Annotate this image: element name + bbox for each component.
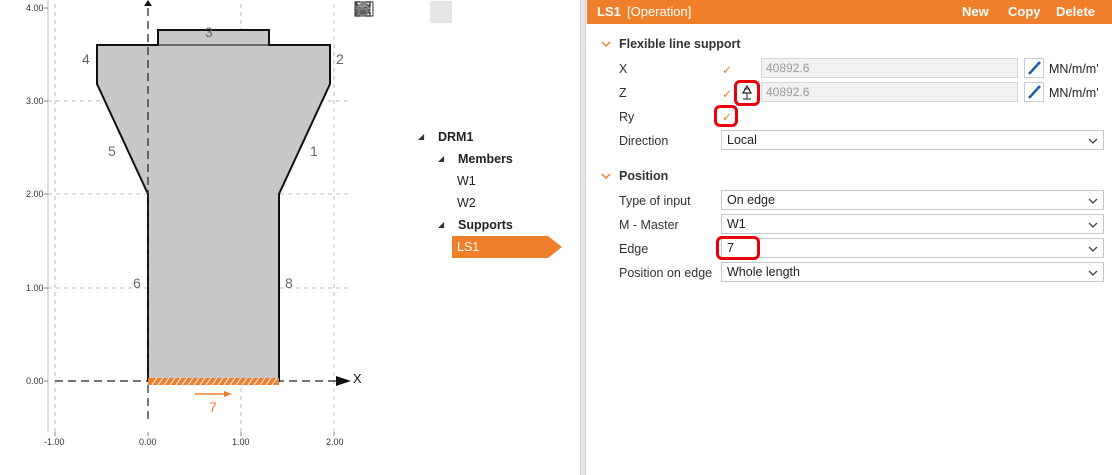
y-tick-label: 0.00 bbox=[26, 376, 44, 386]
2d-view-icon[interactable]: 2D bbox=[354, 1, 414, 23]
y-axis-arrow bbox=[144, 0, 152, 6]
chevron-down-icon bbox=[1088, 246, 1098, 252]
panel-subtitle: [Operation] bbox=[627, 4, 692, 19]
edge-label: Edge bbox=[619, 242, 649, 256]
y-tick-label: 4.00 bbox=[26, 3, 44, 13]
pencil-icon bbox=[1028, 85, 1041, 99]
x-axis-label: X bbox=[353, 371, 362, 386]
edge-label-4: 4 bbox=[82, 51, 90, 67]
direction-select[interactable]: Local bbox=[721, 130, 1104, 150]
delete-button[interactable]: Delete bbox=[1056, 4, 1095, 19]
home-icon[interactable] bbox=[355, 1, 524, 23]
edge-label-8: 8 bbox=[285, 275, 293, 291]
chevron-down-icon[interactable] bbox=[355, 1, 390, 23]
copy-button[interactable]: Copy bbox=[1008, 4, 1041, 19]
tree-node-label: Supports bbox=[458, 218, 513, 232]
cross-section-shape[interactable] bbox=[96, 29, 331, 382]
direction-label: Direction bbox=[619, 134, 669, 148]
y-tick-label: 1.00 bbox=[26, 283, 44, 293]
z-edit-button[interactable] bbox=[1024, 82, 1044, 102]
chevron-down-icon bbox=[1088, 270, 1098, 276]
edge-value: 7 bbox=[727, 241, 734, 255]
z-label: Z bbox=[619, 86, 627, 100]
section-title-text: Position bbox=[619, 169, 669, 183]
tree-item-label: LS1 bbox=[457, 240, 480, 254]
edge-label-5: 5 bbox=[108, 143, 116, 159]
chevron-down-icon bbox=[601, 173, 611, 180]
x-checkbox[interactable]: ✓ bbox=[720, 63, 734, 77]
edge-label-2: 2 bbox=[336, 51, 344, 67]
z-checkbox[interactable]: ✓ bbox=[720, 87, 734, 101]
direction-value: Local bbox=[727, 133, 757, 147]
tree-node-label: DRM1 bbox=[438, 130, 474, 144]
tree-node-label: Members bbox=[458, 152, 513, 166]
fit-view-icon[interactable] bbox=[355, 1, 548, 23]
properties-panel: LS1 [Operation] New Copy Delete Flexible… bbox=[587, 0, 1112, 475]
tree-item-ls1-selected[interactable]: LS1 bbox=[452, 236, 562, 258]
wireframe-cube-icon[interactable] bbox=[356, 1, 452, 23]
edge-select[interactable]: 7 bbox=[721, 238, 1104, 258]
x-axis-arrow bbox=[336, 376, 351, 386]
type-of-input-label: Type of input bbox=[619, 194, 691, 208]
edge-label-1: 1 bbox=[310, 143, 318, 159]
app-window: 4.00 3.00 2.00 1.00 0.00 -1.00 0.00 1.00… bbox=[0, 0, 1112, 475]
chevron-down-icon[interactable] bbox=[355, 1, 428, 23]
x-tick-label: -1.00 bbox=[44, 437, 65, 447]
panel-splitter[interactable] bbox=[580, 0, 586, 475]
new-button[interactable]: New bbox=[962, 4, 989, 19]
x-tick-label: 2.00 bbox=[326, 437, 344, 447]
ry-checkbox[interactable]: ✓ bbox=[720, 110, 734, 124]
x-edit-button[interactable] bbox=[1024, 58, 1044, 78]
y-tick-label: 3.00 bbox=[26, 96, 44, 106]
z-stiffness-input[interactable]: 40892.6 bbox=[761, 82, 1018, 102]
line-support-marker[interactable] bbox=[148, 377, 279, 386]
drawing-canvas[interactable]: 4.00 3.00 2.00 1.00 0.00 -1.00 0.00 1.00… bbox=[0, 0, 580, 475]
edge-direction-arrowhead bbox=[224, 391, 232, 397]
section-view-icon[interactable] bbox=[354, 1, 500, 23]
x-label: X bbox=[619, 62, 628, 76]
panel-title: LS1 bbox=[597, 4, 621, 19]
x-stiffness-input[interactable]: 40892.6 bbox=[761, 58, 1018, 78]
edge-label-6: 6 bbox=[133, 275, 141, 291]
position-on-edge-value: Whole length bbox=[727, 265, 800, 279]
tree-item-label: W1 bbox=[457, 174, 476, 188]
panel-header: LS1 [Operation] New Copy Delete bbox=[587, 0, 1112, 24]
chevron-down-icon bbox=[1088, 198, 1098, 204]
z-unit: MN/m/m' bbox=[1049, 86, 1099, 100]
x-tick-label: 1.00 bbox=[232, 437, 250, 447]
tree-item-label: W2 bbox=[457, 196, 476, 210]
edge-label-7: 7 bbox=[209, 399, 217, 415]
ry-label: Ry bbox=[619, 110, 635, 124]
type-of-input-value: On edge bbox=[727, 193, 775, 207]
edge-label-3: 3 bbox=[205, 24, 213, 40]
y-tick-label: 2.00 bbox=[26, 189, 44, 199]
x-unit: MN/m/m' bbox=[1049, 62, 1099, 76]
master-select[interactable]: W1 bbox=[721, 214, 1104, 234]
type-of-input-select[interactable]: On edge bbox=[721, 190, 1104, 210]
section-title-text: Flexible line support bbox=[619, 37, 741, 51]
solid-cube-icon[interactable] bbox=[357, 1, 476, 23]
chevron-down-icon bbox=[1088, 138, 1098, 144]
x-tick-label: 0.00 bbox=[139, 437, 157, 447]
position-on-edge-select[interactable]: Whole length bbox=[721, 262, 1104, 282]
support-pin-icon[interactable] bbox=[739, 84, 755, 102]
chevron-down-icon bbox=[601, 41, 611, 48]
chevron-down-icon bbox=[1088, 222, 1098, 228]
master-value: W1 bbox=[727, 217, 746, 231]
master-label: M - Master bbox=[619, 218, 679, 232]
position-on-edge-label: Position on edge bbox=[619, 266, 713, 280]
view-toolbar: 2D bbox=[354, 0, 550, 24]
pencil-icon bbox=[1028, 61, 1041, 75]
